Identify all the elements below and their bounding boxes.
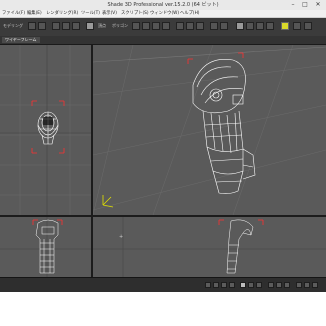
lock-icon[interactable] — [221, 282, 227, 288]
zoom-in-icon[interactable] — [268, 282, 274, 288]
vertex-option[interactable]: 頂点 — [98, 23, 106, 29]
select-icon[interactable] — [281, 22, 289, 30]
material-icon[interactable] — [186, 22, 194, 30]
menu-window[interactable]: ウィンドウ(W) — [150, 10, 179, 17]
camera-icon[interactable] — [162, 22, 170, 30]
window-title: Shade 3D Professional ver.15.2.0 (64 ビット… — [107, 2, 219, 8]
eye-icon[interactable] — [229, 282, 235, 288]
help-icon[interactable] — [304, 22, 312, 30]
viewport-front-canvas — [0, 217, 91, 277]
snap-icon[interactable] — [132, 22, 140, 30]
menu-edit[interactable]: 編集(E) — [27, 10, 42, 17]
menu-bar: ファイル(F) 編集(E) レンダリング(R) ツール(T) 表示(V) スクリ… — [0, 10, 326, 18]
title-bar: Shade 3D Professional ver.15.2.0 (64 ビット… — [0, 0, 326, 10]
preview-icon[interactable] — [266, 22, 274, 30]
minimize-button[interactable]: – — [288, 1, 298, 8]
menu-tools[interactable]: ツール(T) — [81, 10, 100, 17]
four-view-icon[interactable] — [256, 282, 262, 288]
menu-file[interactable]: ファイル(F) — [2, 10, 25, 17]
two-view-icon[interactable] — [248, 282, 254, 288]
view-mode-label[interactable]: ワイヤーフレーム — [2, 37, 40, 43]
rotate-icon[interactable] — [72, 22, 80, 30]
move-icon[interactable] — [62, 22, 70, 30]
zoom-out-icon[interactable] — [276, 282, 282, 288]
fit-icon[interactable] — [284, 282, 290, 288]
render-icon[interactable] — [176, 22, 184, 30]
viewport-top-canvas — [0, 45, 91, 215]
redo-icon[interactable] — [38, 22, 46, 30]
polygon-option[interactable]: ポリゴン — [112, 23, 128, 29]
browser-icon[interactable] — [210, 22, 218, 30]
shaded-view-icon[interactable] — [246, 22, 254, 30]
menu-script[interactable]: スクリプト(S) — [121, 10, 149, 17]
toolbar: モデリング 頂点 ポリゴン — [0, 18, 326, 37]
grid-icon[interactable] — [142, 22, 150, 30]
single-view-icon[interactable] — [240, 282, 246, 288]
viewport-front[interactable] — [0, 217, 91, 277]
viewport-right[interactable]: + — [93, 217, 326, 277]
light-icon[interactable] — [152, 22, 160, 30]
status-bar — [0, 277, 326, 292]
info-icon[interactable] — [220, 22, 228, 30]
texture-view-icon[interactable] — [256, 22, 264, 30]
maximize-button[interactable]: □ — [300, 1, 310, 8]
scale-icon[interactable] — [86, 22, 94, 30]
undo-icon[interactable] — [28, 22, 36, 30]
view-options-bar: ワイヤーフレーム — [0, 36, 326, 45]
layer-icon[interactable] — [205, 282, 211, 288]
viewport-perspective-canvas — [93, 45, 326, 215]
menu-view[interactable]: 表示(V) — [102, 10, 117, 17]
close-button[interactable]: ✕ — [313, 1, 323, 8]
orbit-icon[interactable] — [304, 282, 310, 288]
menu-help[interactable]: ヘルプ(H) — [180, 10, 199, 17]
menu-rendering[interactable]: レンダリング(R) — [46, 10, 78, 17]
settings-icon[interactable] — [293, 22, 301, 30]
snap-grid-icon[interactable] — [213, 282, 219, 288]
viewport-right-canvas: + — [93, 217, 326, 277]
create-icon[interactable] — [52, 22, 60, 30]
pan-icon[interactable] — [296, 282, 302, 288]
image-icon[interactable] — [196, 22, 204, 30]
app-window: Shade 3D Professional ver.15.2.0 (64 ビット… — [0, 0, 326, 292]
home-view-icon[interactable] — [312, 282, 318, 288]
viewport-perspective[interactable] — [93, 45, 326, 215]
viewport-top[interactable] — [0, 45, 91, 215]
mode-label: モデリング — [3, 23, 23, 28]
wireframe-view-icon[interactable] — [236, 22, 244, 30]
svg-text:+: + — [119, 234, 123, 240]
